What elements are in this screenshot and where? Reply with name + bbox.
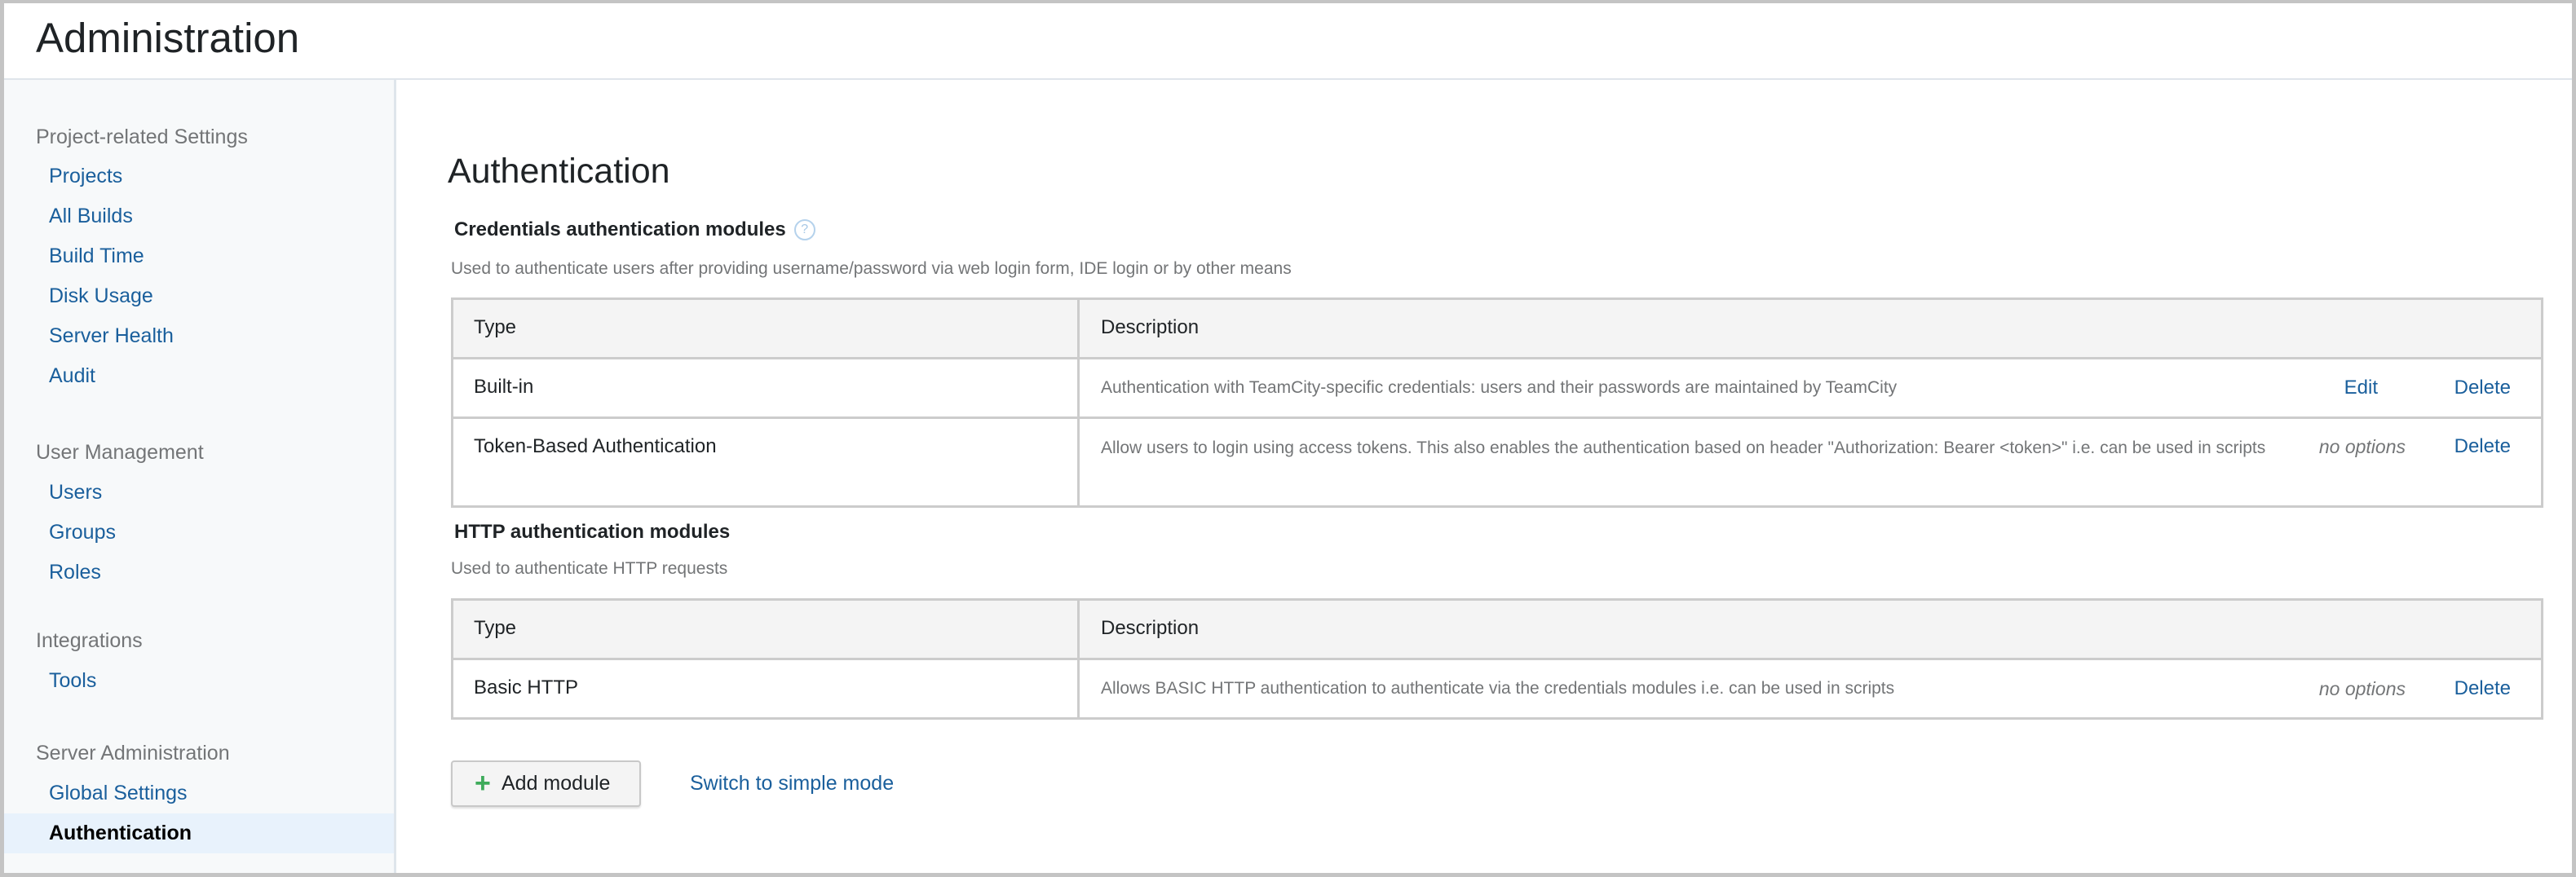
- sidebar-item-audit[interactable]: Audit: [4, 356, 394, 396]
- sidebar-section-project-settings: Project-related Settings: [36, 126, 248, 148]
- sidebar-item-label: Build Time: [49, 245, 144, 267]
- sidebar-item-label: Global Settings: [49, 782, 188, 804]
- table-row: Token-Based Authentication Allow users t…: [453, 416, 2541, 505]
- add-module-button[interactable]: + Add module: [451, 760, 641, 807]
- question-circle-icon[interactable]: ?: [793, 219, 815, 240]
- sidebar-item-label: Users: [49, 481, 103, 504]
- module-description: Allows BASIC HTTP authentication to auth…: [1101, 679, 1895, 698]
- module-description-cell: Allows BASIC HTTP authentication to auth…: [1080, 660, 2541, 717]
- module-type-cell: Built-in: [453, 359, 1080, 416]
- module-description-cell: Authentication with TeamCity-specific cr…: [1080, 359, 2541, 416]
- main-content: Authentication Credentials authenticatio…: [396, 80, 2572, 873]
- no-options-label: no options: [2318, 678, 2406, 699]
- sidebar-item-label: Authentication: [49, 822, 192, 844]
- credentials-section-description: Used to authenticate users after providi…: [451, 259, 1292, 278]
- column-header-label: Type: [474, 617, 517, 639]
- column-header-type: Type: [453, 601, 1080, 658]
- sidebar-section-server-administration: Server Administration: [36, 742, 230, 765]
- http-section-title: HTTP authentication modules: [454, 520, 730, 544]
- sidebar-item-label: Tools: [49, 669, 97, 692]
- module-type: Built-in: [474, 376, 534, 398]
- module-type: Token-Based Authentication: [474, 435, 717, 457]
- sidebar-item-global-settings[interactable]: Global Settings: [4, 773, 394, 813]
- column-header-description: Description: [1080, 601, 2541, 658]
- no-options-label: no options: [2318, 436, 2406, 457]
- sidebar-item-build-time[interactable]: Build Time: [4, 236, 394, 276]
- table-row: Basic HTTP Allows BASIC HTTP authenticat…: [453, 658, 2541, 717]
- column-header-label: Type: [474, 316, 517, 338]
- sidebar-item-all-builds[interactable]: All Builds: [4, 196, 394, 236]
- sidebar-item-tools[interactable]: Tools: [4, 661, 394, 701]
- table-header-row: Type Description: [453, 601, 2541, 658]
- add-module-label: Add module: [502, 772, 611, 795]
- module-description: Allow users to login using access tokens…: [1101, 438, 2266, 457]
- module-type-cell: Token-Based Authentication: [453, 419, 1080, 505]
- sidebar-item-roles[interactable]: Roles: [4, 553, 394, 593]
- delete-link[interactable]: Delete: [2454, 672, 2511, 705]
- header-title: Administration: [36, 15, 300, 61]
- http-modules-table: Type Description Basic HTTP Allows BASIC…: [451, 598, 2543, 720]
- page-title: Authentication: [448, 152, 670, 191]
- sidebar-item-projects[interactable]: Projects: [4, 156, 394, 196]
- delete-link[interactable]: Delete: [2454, 372, 2511, 404]
- sidebar-item-label: Projects: [49, 165, 123, 187]
- http-section-title-text: HTTP authentication modules: [454, 521, 731, 543]
- sidebar-item-users[interactable]: Users: [4, 473, 394, 513]
- table-row: Built-in Authentication with TeamCity-sp…: [453, 357, 2541, 416]
- column-header-label: Description: [1101, 316, 1200, 338]
- sidebar: Project-related Settings Projects All Bu…: [4, 80, 396, 873]
- column-header-label: Description: [1101, 617, 1200, 639]
- module-type-cell: Basic HTTP: [453, 660, 1080, 717]
- http-section-description: Used to authenticate HTTP requests: [451, 559, 728, 578]
- sidebar-item-label: Disk Usage: [49, 284, 153, 307]
- sidebar-item-label: Audit: [49, 364, 95, 387]
- delete-link[interactable]: Delete: [2454, 430, 2511, 463]
- sidebar-item-server-health[interactable]: Server Health: [4, 316, 394, 356]
- module-description: Authentication with TeamCity-specific cr…: [1101, 378, 1898, 397]
- sidebar-section-user-management: User Management: [36, 441, 204, 464]
- sidebar-item-disk-usage[interactable]: Disk Usage: [4, 276, 394, 316]
- plus-icon: +: [475, 768, 491, 799]
- sidebar-item-label: Groups: [49, 521, 116, 544]
- credentials-modules-table: Type Description Built-in Authentication…: [451, 297, 2543, 508]
- module-type: Basic HTTP: [474, 676, 579, 699]
- credentials-section-title-text: Credentials authentication modules: [454, 218, 786, 240]
- sidebar-section-integrations: Integrations: [36, 629, 143, 652]
- sidebar-item-label: Server Health: [49, 324, 174, 347]
- column-header-description: Description: [1080, 300, 2541, 357]
- sidebar-item-groups[interactable]: Groups: [4, 513, 394, 553]
- sidebar-item-authentication[interactable]: Authentication: [4, 813, 394, 853]
- admin-window: Administration Project-related Settings …: [4, 3, 2572, 873]
- column-header-type: Type: [453, 300, 1080, 357]
- page-header: Administration: [4, 3, 2572, 80]
- module-description-cell: Allow users to login using access tokens…: [1080, 419, 2541, 505]
- edit-link[interactable]: Edit: [2344, 372, 2378, 404]
- credentials-section-title: Credentials authentication modules ?: [454, 218, 815, 242]
- sidebar-item-label: Roles: [49, 561, 101, 584]
- switch-to-simple-mode-link[interactable]: Switch to simple mode: [690, 763, 894, 804]
- sidebar-item-label: All Builds: [49, 205, 133, 227]
- table-header-row: Type Description: [453, 300, 2541, 357]
